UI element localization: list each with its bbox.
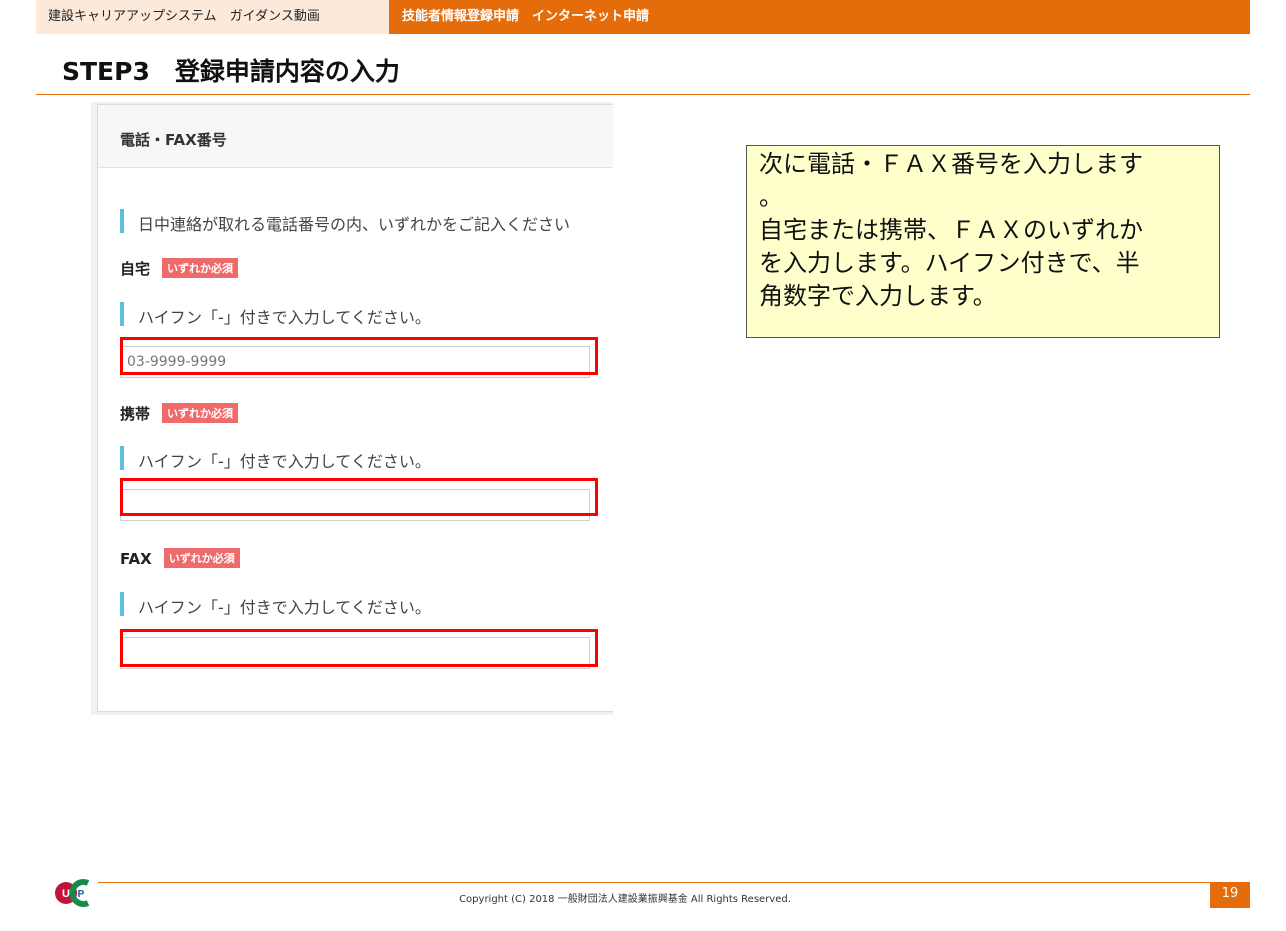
callout-line-4: を入力します。ハイフン付きで、半	[759, 249, 1140, 277]
home-phone-hint: ハイフン「-」付きで入力してください。	[120, 302, 431, 328]
fax-highlight	[120, 629, 598, 667]
header-right-label: 技能者情報登録申請 インターネット申請	[402, 9, 650, 24]
fax-label-text: FAX	[120, 550, 152, 568]
copyright-text: Copyright (C) 2018 一般財団法人建設業振興基金 All Rig…	[459, 894, 791, 905]
callout-line-5: 角数字で入力します。	[759, 282, 997, 310]
title-divider	[36, 94, 1250, 95]
required-badge: いずれか必須	[162, 403, 239, 423]
callout-line-2: 。	[759, 183, 783, 211]
required-badge: いずれか必須	[163, 548, 240, 568]
phone-fax-card: 電話・FAX番号 日中連絡が取れる電話番号の内、いずれかをご記入ください 自宅い…	[97, 104, 613, 712]
footer-divider	[98, 882, 1218, 883]
home-phone-label-text: 自宅	[120, 260, 151, 278]
callout-line-3: 自宅または携帯、ＦＡＸのいずれか	[759, 216, 1143, 244]
callout-line-1: 次に電話・ＦＡＸ番号を入力します	[759, 150, 1143, 178]
mobile-phone-label-text: 携帯	[120, 405, 151, 423]
home-phone-highlight	[120, 337, 598, 375]
fax-hint: ハイフン「-」付きで入力してください。	[120, 592, 431, 618]
card-header: 電話・FAX番号	[98, 105, 613, 168]
intro-note: 日中連絡が取れる電話番号の内、いずれかをご記入ください	[120, 209, 570, 235]
mobile-phone-highlight	[120, 478, 598, 516]
fax-label: FAX いずれか必須	[120, 548, 240, 568]
form-screenshot: 電話・FAX番号 日中連絡が取れる電話番号の内、いずれかをご記入ください 自宅い…	[91, 102, 613, 715]
header-left-label: 建設キャリアアップシステム ガイダンス動画	[36, 0, 389, 34]
mobile-phone-label: 携帯 いずれか必須	[120, 403, 239, 424]
top-header-bar: 建設キャリアアップシステム ガイダンス動画 技能者情報登録申請 インターネット申…	[36, 0, 1250, 34]
section-title: 電話・FAX番号	[120, 131, 227, 149]
page-title: STEP3 登録申請内容の入力	[62, 57, 400, 86]
required-badge: いずれか必須	[162, 258, 239, 278]
home-phone-label: 自宅 いずれか必須	[120, 258, 239, 279]
instruction-callout: 次に電話・ＦＡＸ番号を入力します 。 自宅または携帯、ＦＡＸのいずれか を入力し…	[746, 145, 1220, 338]
page-number: 19	[1210, 882, 1250, 908]
mobile-phone-hint: ハイフン「-」付きで入力してください。	[120, 446, 431, 472]
